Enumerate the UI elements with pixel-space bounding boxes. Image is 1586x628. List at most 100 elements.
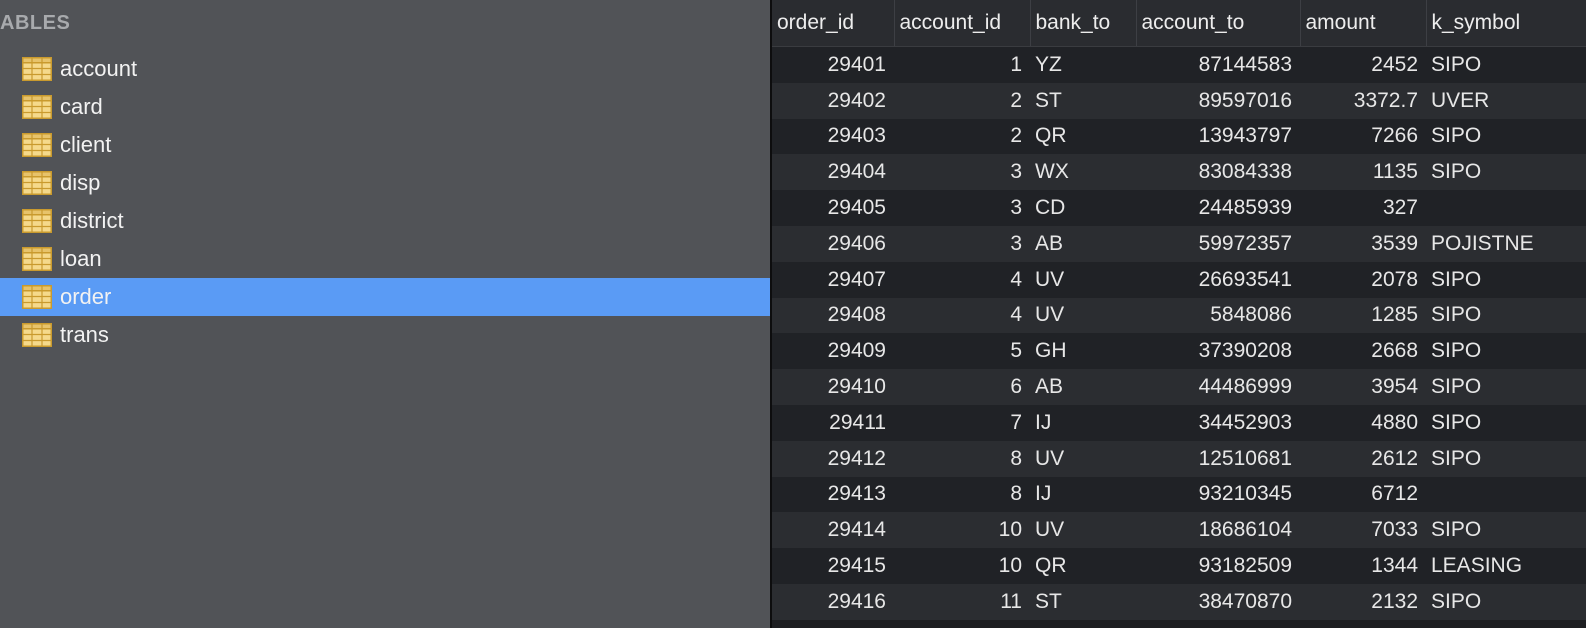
cell-amount[interactable]: 3539 [1300,225,1426,262]
cell-amount[interactable]: 1285 [1300,297,1426,334]
cell-bank-to[interactable]: IJ [1030,476,1136,513]
cell-bank-to[interactable]: UV [1030,297,1136,334]
cell-amount[interactable]: 7266 [1300,118,1426,155]
cell-account-id[interactable]: 3 [894,190,1030,226]
table-row[interactable]: 29401 1 YZ 87144583 2452 SIPO [772,46,1586,83]
cell-account-id[interactable]: 11 [894,583,1030,620]
cell-order-id[interactable]: 29409 [772,333,894,370]
table-row[interactable]: 29411 7 IJ 34452903 4880 SIPO [772,404,1586,441]
column-header-amount[interactable]: amount [1300,0,1427,47]
cell-account-to[interactable]: 26693541 [1136,261,1300,298]
cell-bank-to[interactable]: UV [1030,512,1136,549]
cell-account-to[interactable]: 37390208 [1136,333,1300,370]
cell-order-id[interactable]: 29415 [772,548,894,584]
cell-order-id[interactable]: 29410 [772,369,894,405]
cell-account-to[interactable]: 83084338 [1136,154,1300,191]
cell-amount[interactable]: 327 [1300,190,1426,226]
cell-k-symbol[interactable]: UVER [1426,82,1586,119]
cell-k-symbol[interactable]: SIPO [1426,512,1586,549]
cell-order-id[interactable]: 29403 [772,118,894,155]
cell-order-id[interactable]: 29407 [772,261,894,298]
sidebar-item-loan[interactable]: loan [0,240,770,278]
cell-k-symbol[interactable]: POJISTNE [1426,225,1586,262]
cell-order-id[interactable]: 29413 [772,476,894,513]
cell-account-id[interactable]: 7 [894,404,1030,441]
table-row[interactable]: 29406 3 AB 59972357 3539 POJISTNE [772,225,1586,262]
table-row[interactable]: 29407 4 UV 26693541 2078 SIPO [772,261,1586,298]
table-row[interactable]: 29404 3 WX 83084338 1135 SIPO [772,154,1586,191]
table-row[interactable]: 29415 10 QR 93182509 1344 LEASING [772,548,1586,584]
cell-account-id[interactable]: 3 [894,225,1030,262]
sidebar-item-client[interactable]: client [0,126,770,164]
table-row[interactable]: 29409 5 GH 37390208 2668 SIPO [772,333,1586,370]
cell-order-id[interactable]: 29404 [772,154,894,191]
cell-account-to[interactable]: 18686104 [1136,512,1300,549]
cell-account-to[interactable]: 87144583 [1136,46,1300,83]
cell-bank-to[interactable]: ST [1030,583,1136,620]
cell-k-symbol[interactable]: SIPO [1426,154,1586,191]
table-row[interactable]: 29416 11 ST 38470870 2132 SIPO [772,583,1586,620]
sidebar-item-account[interactable]: account [0,50,770,88]
cell-amount[interactable]: 2668 [1300,333,1426,370]
cell-bank-to[interactable]: IJ [1030,404,1136,441]
cell-k-symbol[interactable]: SIPO [1426,333,1586,370]
cell-bank-to[interactable]: QR [1030,118,1136,155]
table-row[interactable]: 29403 2 QR 13943797 7266 SIPO [772,118,1586,155]
cell-amount[interactable]: 1344 [1300,548,1426,584]
cell-order-id[interactable]: 29406 [772,225,894,262]
cell-account-id[interactable]: 10 [894,512,1030,549]
cell-bank-to[interactable]: YZ [1030,46,1136,83]
cell-amount[interactable]: 2132 [1300,583,1426,620]
cell-amount[interactable]: 3372.7 [1300,82,1426,119]
sidebar-item-district[interactable]: district [0,202,770,240]
cell-k-symbol[interactable] [1426,476,1586,513]
cell-account-id[interactable]: 2 [894,82,1030,119]
cell-account-to[interactable]: 34452903 [1136,404,1300,441]
cell-k-symbol[interactable]: SIPO [1426,297,1586,334]
cell-amount[interactable]: 6712 [1300,476,1426,513]
sidebar-item-card[interactable]: card [0,88,770,126]
cell-account-id[interactable]: 1 [894,46,1030,83]
cell-amount[interactable]: 2078 [1300,261,1426,298]
cell-account-id[interactable]: 3 [894,154,1030,191]
table-row[interactable]: 29413 8 IJ 93210345 6712 [772,476,1586,513]
cell-account-to[interactable]: 24485939 [1136,190,1300,226]
table-row[interactable]: 29414 10 UV 18686104 7033 SIPO [772,512,1586,549]
cell-k-symbol[interactable]: SIPO [1426,369,1586,405]
cell-account-to[interactable]: 38470870 [1136,583,1300,620]
cell-k-symbol[interactable]: SIPO [1426,440,1586,477]
cell-account-to[interactable]: 44486999 [1136,369,1300,405]
cell-order-id[interactable]: 29408 [772,297,894,334]
table-row[interactable]: 29408 4 UV 5848086 1285 SIPO [772,297,1586,334]
column-header-account-id[interactable]: account_id [894,0,1031,47]
column-header-k-symbol[interactable]: k_symbol [1426,0,1586,47]
cell-k-symbol[interactable]: LEASING [1426,548,1586,584]
cell-order-id[interactable]: 29402 [772,82,894,119]
cell-amount[interactable]: 4880 [1300,404,1426,441]
cell-bank-to[interactable]: GH [1030,333,1136,370]
cell-k-symbol[interactable]: SIPO [1426,583,1586,620]
cell-order-id[interactable]: 29401 [772,46,894,83]
cell-account-id[interactable]: 5 [894,333,1030,370]
cell-k-symbol[interactable]: SIPO [1426,261,1586,298]
cell-k-symbol[interactable]: SIPO [1426,404,1586,441]
sidebar-item-trans[interactable]: trans [0,316,770,354]
cell-amount[interactable]: 3954 [1300,369,1426,405]
cell-account-id[interactable]: 8 [894,476,1030,513]
cell-order-id[interactable]: 29405 [772,190,894,226]
cell-bank-to[interactable]: WX [1030,154,1136,191]
cell-account-to[interactable]: 12510681 [1136,440,1300,477]
cell-account-id[interactable]: 10 [894,548,1030,584]
cell-account-to[interactable]: 89597016 [1136,82,1300,119]
cell-account-to[interactable]: 93210345 [1136,476,1300,513]
column-header-order-id[interactable]: order_id [772,0,895,47]
cell-account-id[interactable]: 2 [894,118,1030,155]
sidebar-item-disp[interactable]: disp [0,164,770,202]
cell-account-id[interactable]: 4 [894,297,1030,334]
cell-bank-to[interactable]: UV [1030,440,1136,477]
column-header-account-to[interactable]: account_to [1136,0,1301,47]
table-row[interactable]: 29412 8 UV 12510681 2612 SIPO [772,440,1586,477]
cell-amount[interactable]: 2612 [1300,440,1426,477]
cell-account-to[interactable]: 93182509 [1136,548,1300,584]
sidebar-item-order[interactable]: order [0,278,770,316]
